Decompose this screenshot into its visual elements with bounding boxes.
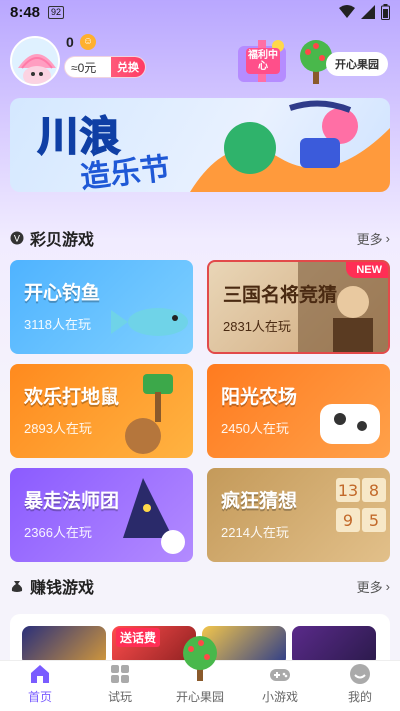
bottom-nav: 首页 试玩 开心果园 小游戏 我的 [0, 636, 400, 711]
more-label: 更多 [356, 231, 383, 247]
nav-trial[interactable]: 试玩 [80, 661, 160, 711]
chevron-right-icon: › [385, 230, 390, 246]
earn-game-thumb[interactable] [292, 626, 376, 662]
more-label: 更多 [356, 579, 383, 595]
orchard-button[interactable]: 开心果园 [296, 38, 392, 86]
earn-game-thumb[interactable] [22, 626, 106, 662]
more-link-caibei[interactable]: 更多 › [357, 229, 390, 248]
wizard-hat-icon [123, 478, 185, 554]
nav-label: 小游戏 [261, 690, 298, 704]
shell-icon: V [10, 231, 24, 245]
more-link-earn[interactable]: 更多 › [357, 577, 390, 596]
game-players: 2831人在玩 [223, 319, 291, 334]
welfare-center-button[interactable]: 福利中心 [232, 38, 292, 86]
game-card-fishing[interactable]: 开心钓鱼 3118人在玩 [10, 260, 193, 354]
grid-icon [111, 665, 129, 683]
balance-text: ≈0元 [71, 60, 97, 75]
nav-orchard[interactable]: 开心果园 [160, 636, 240, 711]
game-card-sunshine-farm[interactable]: 阳光农场 2450人在玩 [207, 364, 390, 458]
nav-label: 我的 [347, 690, 372, 704]
hammer-mole-icon [125, 374, 173, 454]
shell-avatar-icon [12, 38, 58, 84]
section-earn-header: 赚钱游戏 更多 › [10, 574, 390, 598]
game-card-crazy-guess[interactable]: 13 8 9 5 疯狂猜想 2214人在玩 [207, 468, 390, 562]
svg-text:5: 5 [369, 511, 379, 530]
new-badge: NEW [346, 262, 388, 278]
nav-minigames[interactable]: 小游戏 [240, 661, 320, 711]
status-icons [339, 4, 390, 20]
welfare-label: 福利中心 [246, 48, 280, 74]
banner-illustration [190, 100, 390, 192]
nav-home[interactable]: 首页 [0, 661, 80, 711]
game-name: 开心钓鱼 [24, 283, 101, 304]
promo-banner[interactable]: 川浪 造乐节 [10, 98, 390, 192]
signal-icon [361, 5, 375, 19]
svg-text:9: 9 [343, 511, 353, 530]
section-caibei-header: V 彩贝游戏 更多 › [10, 226, 390, 250]
svg-text:13: 13 [338, 481, 358, 500]
status-time: 8:48 [10, 3, 41, 21]
cow-icon [320, 404, 380, 444]
coin-icon: ☺ [80, 34, 96, 50]
number-tiles-icon: 13 8 9 5 [336, 478, 386, 532]
top-header: 0 ☺ ≈0元 兑换 福利中心 开心果园 [0, 30, 400, 90]
game-players: 2214人在玩 [221, 525, 289, 540]
home-icon [31, 665, 49, 683]
sim-badge: 92 [48, 5, 65, 19]
nav-mine[interactable]: 我的 [320, 661, 400, 711]
orchard-label: 开心果园 [326, 52, 388, 76]
wifi-icon [339, 5, 355, 18]
game-card-whack-a-mole[interactable]: 欢乐打地鼠 2893人在玩 [10, 364, 193, 458]
nav-label: 首页 [27, 690, 52, 704]
game-name: 疯狂猜想 [221, 491, 298, 512]
svg-text:8: 8 [369, 481, 379, 500]
chevron-right-icon: › [385, 578, 390, 594]
earn-game-tag: 送话费 [116, 628, 161, 647]
game-card-mage-squad[interactable]: 暴走法师团 2366人在玩 [10, 468, 193, 562]
section-title: 彩贝游戏 [30, 232, 95, 249]
avatar[interactable] [10, 36, 60, 86]
nav-label: 开心果园 [175, 690, 224, 704]
game-card-sanguo[interactable]: NEW 三国名将竞猜 2831人在玩 [207, 260, 390, 354]
money-bag-icon [11, 581, 23, 592]
banner-subtitle: 造乐节 [78, 152, 172, 192]
svg-text:V: V [14, 235, 21, 245]
gamepad-icon [270, 669, 290, 681]
game-players: 2893人在玩 [24, 421, 92, 436]
fish-icon [111, 308, 188, 336]
battery-icon [381, 4, 390, 20]
nav-label: 试玩 [107, 690, 132, 704]
game-name: 阳光农场 [221, 387, 298, 408]
tree-icon [183, 636, 217, 681]
smiley-icon [350, 664, 370, 684]
game-players: 3118人在玩 [24, 317, 91, 332]
section-title: 赚钱游戏 [30, 580, 95, 597]
game-name: 欢乐打地鼠 [24, 387, 120, 408]
coin-count: 0 [66, 34, 74, 50]
game-name: 暴走法师团 [24, 491, 120, 512]
status-bar: 8:48 92 [0, 0, 400, 24]
game-name: 三国名将竞猜 [223, 285, 338, 306]
game-players: 2450人在玩 [221, 421, 289, 436]
exchange-button[interactable]: 兑换 [111, 57, 145, 77]
game-players: 2366人在玩 [24, 525, 92, 540]
balance-pill: ≈0元 兑换 [64, 56, 146, 78]
